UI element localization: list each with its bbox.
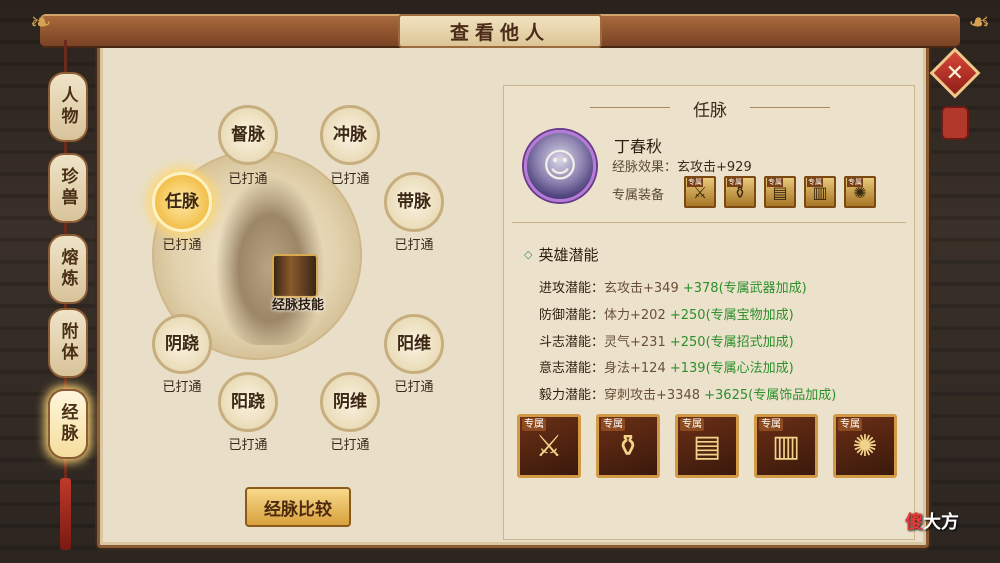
meridian-node-yinqiao[interactable]: 阴跷: [152, 314, 212, 374]
equip-tag: 专属: [759, 418, 783, 431]
stat-base: 身法+124: [604, 361, 666, 376]
skill-book-icon: ▤: [692, 428, 722, 464]
meridian-skill-icon[interactable]: [272, 254, 318, 298]
mind-book-icon: ▥: [771, 428, 801, 464]
hero-name: 丁春秋: [614, 137, 663, 156]
meridian-status-yinqiao: 已打通: [162, 380, 202, 395]
effect-label: 经脉效果：: [612, 160, 678, 175]
stat-bonus-text: (专属宝物加成): [705, 308, 794, 323]
stat-label: 毅力潜能：: [539, 388, 605, 403]
weapon-icon: ⚔: [535, 428, 563, 464]
equip-tag: 专属: [680, 418, 704, 431]
section-divider: [512, 222, 906, 223]
meridian-status-ren: 已打通: [162, 238, 202, 253]
mini-equip-tag: 专属: [767, 178, 783, 187]
stat-bonus-text: (专属招式加成): [705, 335, 794, 350]
stat-row-endurance: 毅力潜能：穿刺攻击+3348 +3625(专属饰品加成): [539, 384, 836, 403]
meridian-skill-label: 经脉技能: [271, 298, 324, 313]
meridian-status-yangqiao: 已打通: [228, 438, 268, 453]
hero-avatar[interactable]: ☺: [524, 130, 596, 202]
stat-bonus-text: (专属心法加成): [705, 361, 794, 376]
equip-tag: 专属: [838, 418, 862, 431]
mini-equip-tag: 专属: [807, 178, 823, 187]
equip-tag: 专属: [601, 418, 625, 431]
ornament-left-icon: ❧: [30, 8, 52, 38]
meridian-status-chong: 已打通: [330, 172, 370, 187]
exclusive-equip-label: 专属装备: [612, 188, 665, 203]
tab-possession[interactable]: 附体: [48, 308, 88, 378]
mini-equip-tag: 专属: [687, 178, 703, 187]
meridian-node-dai[interactable]: 带脉: [384, 172, 444, 232]
ornament-right-icon: ❧: [968, 8, 990, 38]
meridian-node-yinwei[interactable]: 阴维: [320, 372, 380, 432]
stat-base: 穿刺攻击+3348: [604, 388, 700, 403]
stat-row-defense: 防御潜能：体力+202 +250(专属宝物加成): [539, 304, 794, 323]
meridian-node-du[interactable]: 督脉: [218, 105, 278, 165]
equip-accessory-slot[interactable]: 专属 ✺: [833, 414, 897, 478]
meridian-node-chong[interactable]: 冲脉: [320, 105, 380, 165]
meridian-status-yangwei: 已打通: [394, 380, 434, 395]
stat-base: 灵气+231: [604, 335, 666, 350]
meridian-status-yinwei: 已打通: [330, 438, 370, 453]
equip-tag: 专属: [522, 418, 546, 431]
potential-section-title: ◇ 英雄潜能: [524, 244, 598, 265]
mini-equip-tag: 专属: [847, 178, 863, 187]
hero-effect: 经脉效果：玄攻击+929: [612, 156, 752, 175]
stat-label: 防御潜能：: [539, 308, 605, 323]
stat-bonus-value: +250: [669, 335, 706, 350]
stat-base: 体力+202: [604, 308, 666, 323]
stat-bonus-value: +3625: [704, 388, 749, 403]
stat-bonus-value: +378: [682, 281, 719, 296]
mini-treasure-icon[interactable]: 专属 ⚱: [724, 176, 756, 208]
detail-title: 任脉: [670, 96, 750, 121]
window-title: 查看他人: [398, 14, 602, 48]
stat-bonus-text: (专属武器加成): [718, 281, 807, 296]
watermark-rest: 大方: [923, 512, 959, 533]
mini-weapon-icon[interactable]: 专属 ⚔: [684, 176, 716, 208]
watermark: 傻大方: [905, 508, 959, 534]
equip-treasure-slot[interactable]: 专属 ⚱: [596, 414, 660, 478]
meridian-compare-button[interactable]: 经脉比较: [245, 487, 351, 527]
stat-label: 进攻潜能：: [539, 281, 605, 296]
stat-label: 意志潜能：: [539, 361, 605, 376]
equip-weapon-slot[interactable]: 专属 ⚔: [517, 414, 581, 478]
equip-mind-book-slot[interactable]: 专属 ▥: [754, 414, 818, 478]
stat-bonus-value: +139: [669, 361, 706, 376]
accessory-icon: ✺: [852, 428, 878, 464]
stat-base: 玄攻击+349: [604, 281, 679, 296]
meridian-node-yangqiao[interactable]: 阳跷: [218, 372, 278, 432]
mini-equip-tag: 专属: [727, 178, 743, 187]
stat-bonus-value: +250: [669, 308, 706, 323]
stat-label: 斗志潜能：: [539, 335, 605, 350]
lantern-decoration: [941, 106, 969, 140]
mini-mind-book-icon[interactable]: 专属 ▥: [804, 176, 836, 208]
stat-row-morale: 斗志潜能：灵气+231 +250(专属招式加成): [539, 331, 794, 350]
effect-value: 玄攻击+929: [677, 160, 752, 175]
equip-skill-book-slot[interactable]: 专属 ▤: [675, 414, 739, 478]
close-icon: ✕: [945, 60, 965, 86]
tab-meridians[interactable]: 经脉: [48, 389, 88, 459]
watermark-red: 傻: [905, 512, 923, 533]
diamond-bullet-icon: ◇: [524, 248, 533, 261]
stat-row-attack: 进攻潜能：玄攻击+349 +378(专属武器加成): [539, 277, 807, 296]
tassel-decoration: [60, 478, 71, 550]
tab-pets[interactable]: 珍兽: [48, 153, 88, 223]
tab-character[interactable]: 人物: [48, 72, 88, 142]
mini-skill-book-icon[interactable]: 专属 ▤: [764, 176, 796, 208]
stat-row-will: 意志潜能：身法+124 +139(专属心法加成): [539, 357, 794, 376]
stat-bonus-text: (专属饰品加成): [748, 388, 837, 403]
meridian-node-ren[interactable]: 任脉: [152, 172, 212, 232]
potential-section-label: 英雄潜能: [538, 246, 599, 264]
treasure-icon: ⚱: [615, 428, 641, 464]
mini-accessory-icon[interactable]: 专属 ✺: [844, 176, 876, 208]
meridian-status-dai: 已打通: [394, 238, 434, 253]
meridian-status-du: 已打通: [228, 172, 268, 187]
meridian-node-yangwei[interactable]: 阳维: [384, 314, 444, 374]
tab-smelting[interactable]: 熔炼: [48, 234, 88, 304]
